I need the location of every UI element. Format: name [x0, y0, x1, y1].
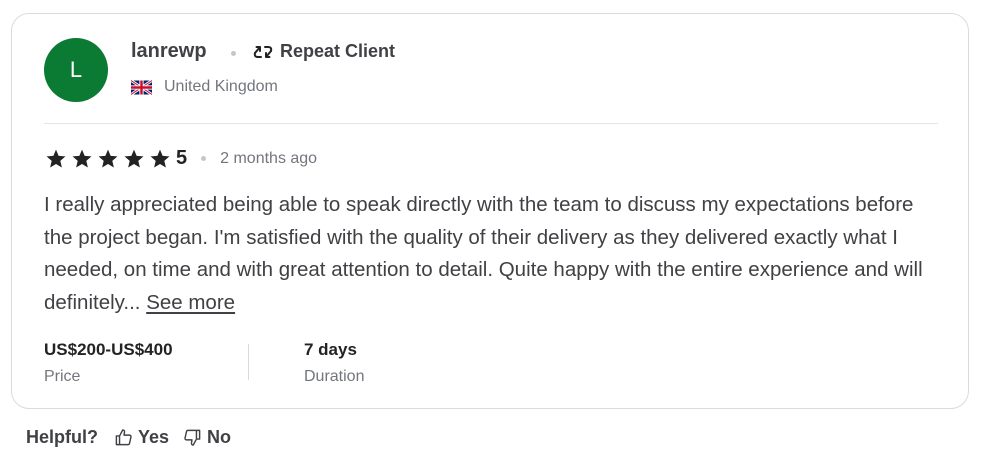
- star-rating: [44, 148, 172, 170]
- helpful-feedback: Helpful? Yes No: [26, 427, 231, 448]
- helpful-yes-button[interactable]: Yes: [114, 427, 169, 448]
- see-more-link[interactable]: See more: [146, 291, 235, 314]
- avatar-letter: L: [69, 57, 83, 82]
- review-date: 2 months ago: [220, 149, 318, 167]
- price-info: US$200-US$400 Price: [44, 340, 173, 386]
- star-icon: [98, 149, 118, 168]
- header-divider: [44, 123, 938, 124]
- repeat-client-label: Repeat Client: [280, 41, 396, 61]
- price-label: Price: [44, 368, 81, 385]
- separator-dot: [231, 51, 236, 56]
- country-name: United Kingdom: [164, 78, 278, 95]
- separator-dot: [201, 156, 207, 161]
- rating-value: 5: [176, 147, 188, 169]
- helpful-yes-label: Yes: [138, 427, 170, 447]
- review-card: L lanrewp Repeat Client United Kingdom 5…: [11, 13, 969, 409]
- repeat-client-badge: Repeat Client: [252, 41, 395, 62]
- star-icon: [124, 149, 144, 168]
- thumbs-up-icon: [115, 429, 132, 446]
- star-icon: [46, 149, 66, 168]
- rating-row: 5 2 months ago: [44, 147, 317, 170]
- meta-divider: [248, 344, 249, 380]
- helpful-label: Helpful?: [26, 427, 98, 447]
- helpful-no-button[interactable]: No: [183, 427, 231, 448]
- star-icon: [150, 149, 170, 168]
- reviewer-country: United Kingdom: [131, 78, 278, 96]
- uk-flag-icon: [131, 79, 152, 95]
- avatar[interactable]: L: [44, 38, 108, 102]
- duration-label: Duration: [304, 368, 365, 385]
- price-value: US$200-US$400: [44, 340, 173, 359]
- star-icon: [72, 149, 92, 168]
- reviewer-username[interactable]: lanrewp: [131, 40, 207, 63]
- helpful-no-label: No: [207, 427, 232, 447]
- thumbs-down-icon: [184, 429, 201, 446]
- review-body: I really appreciated being able to speak…: [44, 189, 944, 319]
- duration-info: 7 days Duration: [304, 340, 364, 386]
- duration-value: 7 days: [304, 340, 357, 359]
- repeat-icon: [253, 45, 273, 58]
